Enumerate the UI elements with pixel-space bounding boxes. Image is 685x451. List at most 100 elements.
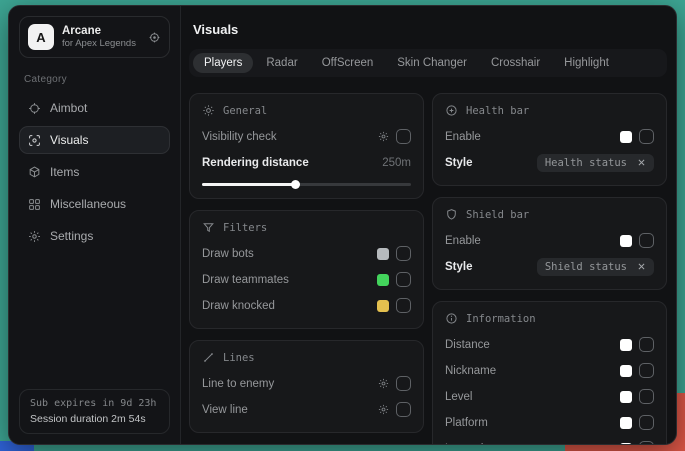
tab-bar: Players Radar OffScreen Skin Changer Cro… [189,49,667,77]
draw-knocked-checkbox[interactable] [396,298,411,313]
sidebar-nav: Aimbot Visuals Items [19,94,170,250]
section-health-bar: Health bar Enable Style H [432,93,667,186]
sidebar-item-label: Visuals [50,133,88,147]
section-lines: Lines Line to enemy [189,340,424,433]
color-swatch[interactable] [620,417,632,429]
section-information: Information Distance Nickname [432,301,667,445]
tab-crosshair[interactable]: Crosshair [480,53,551,73]
draw-bots-checkbox[interactable] [396,246,411,261]
app-logo-letter: A [36,30,45,45]
category-label: Category [24,74,170,85]
health-cross-icon [445,104,458,117]
sidebar-item-items[interactable]: Items [19,158,170,186]
settings-content: General Visibility check [189,93,667,445]
sidebar-item-aimbot[interactable]: Aimbot [19,94,170,122]
section-title: Health bar [466,105,529,117]
setting-row-shield-enable: Enable [445,230,654,251]
section-title: Information [466,313,536,325]
color-swatch[interactable] [620,391,632,403]
section-title: General [223,105,267,117]
app-subtitle: for Apex Legends [62,38,140,49]
session-duration-text: Session duration 2m 54s [30,413,159,425]
clear-icon[interactable] [637,262,646,271]
setting-row-nickname: Nickname [445,360,654,381]
setting-row-legend-name: Legend name [445,438,654,445]
crosshair-icon [28,102,41,115]
draw-teammates-checkbox[interactable] [396,272,411,287]
setting-row-draw-bots: Draw bots [202,243,411,264]
funnel-icon [202,221,215,234]
level-checkbox[interactable] [639,389,654,404]
slider-fill [202,183,296,186]
desktop-background: A Arcane for Apex Legends Category Aimbo… [0,0,685,451]
shield-style-value: Shield status [545,261,627,273]
slider-thumb[interactable] [291,180,300,189]
rendering-distance-slider[interactable] [202,183,411,186]
section-box: Box Enable Enable background [189,444,424,445]
sun-icon [202,104,215,117]
sidebar-item-label: Settings [50,229,93,243]
setting-row-view-line: View line [202,399,411,420]
right-column: Health bar Enable Style H [432,93,667,445]
setting-row-draw-teammates: Draw teammates [202,269,411,290]
app-name: Arcane [62,25,140,37]
clear-icon[interactable] [637,158,646,167]
sidebar: A Arcane for Apex Legends Category Aimbo… [9,6,181,444]
cube-icon [28,166,41,179]
grid-icon [28,198,41,211]
tab-players[interactable]: Players [193,53,253,73]
setting-row-platform: Platform [445,412,654,433]
sidebar-item-miscellaneous[interactable]: Miscellaneous [19,190,170,218]
sidebar-item-visuals[interactable]: Visuals [19,126,170,154]
shield-enable-checkbox[interactable] [639,233,654,248]
app-logo: A [28,24,54,50]
main-panel: Visuals Players Radar OffScreen Skin Cha… [181,6,676,444]
setting-row-level: Level [445,386,654,407]
eye-scan-icon [28,134,41,147]
color-swatch[interactable] [620,365,632,377]
health-enable-checkbox[interactable] [639,129,654,144]
color-swatch[interactable] [377,274,389,286]
line-to-enemy-checkbox[interactable] [396,376,411,391]
gear-icon [28,230,41,243]
shield-style-select[interactable]: Shield status [537,258,654,276]
view-line-checkbox[interactable] [396,402,411,417]
section-filters: Filters Draw bots Draw teammates [189,210,424,329]
visibility-check-checkbox[interactable] [396,129,411,144]
color-swatch[interactable] [620,443,632,446]
section-title: Shield bar [466,209,529,221]
color-swatch[interactable] [620,339,632,351]
row-settings-gear-icon[interactable] [378,404,389,415]
setting-row-shield-style: Style Shield status [445,256,654,277]
sidebar-item-label: Aimbot [50,101,87,115]
row-settings-gear-icon[interactable] [378,378,389,389]
health-style-value: Health status [545,157,627,169]
sidebar-item-label: Items [50,165,79,179]
left-column: General Visibility check [189,93,424,445]
row-settings-gear-icon[interactable] [378,131,389,142]
app-window: A Arcane for Apex Legends Category Aimbo… [8,5,677,445]
section-general: General Visibility check [189,93,424,199]
color-swatch[interactable] [620,131,632,143]
color-swatch[interactable] [620,235,632,247]
tab-offscreen[interactable]: OffScreen [311,53,385,73]
section-title: Filters [223,222,267,234]
health-style-select[interactable]: Health status [537,154,654,172]
setting-row-health-enable: Enable [445,126,654,147]
tab-skin-changer[interactable]: Skin Changer [386,53,478,73]
tab-radar[interactable]: Radar [255,53,308,73]
sidebar-item-settings[interactable]: Settings [19,222,170,250]
rendering-distance-value: 250m [382,157,411,169]
sidebar-item-label: Miscellaneous [50,197,126,211]
diagonal-line-icon [202,351,215,364]
platform-checkbox[interactable] [639,415,654,430]
setting-row-distance: Distance [445,334,654,355]
tab-highlight[interactable]: Highlight [553,53,620,73]
nickname-checkbox[interactable] [639,363,654,378]
legend-name-checkbox[interactable] [639,441,654,445]
distance-checkbox[interactable] [639,337,654,352]
sub-expires-text: Sub expires in 9d 23h [30,398,159,409]
color-swatch[interactable] [377,248,389,260]
color-swatch[interactable] [377,300,389,312]
target-icon[interactable] [148,31,161,44]
